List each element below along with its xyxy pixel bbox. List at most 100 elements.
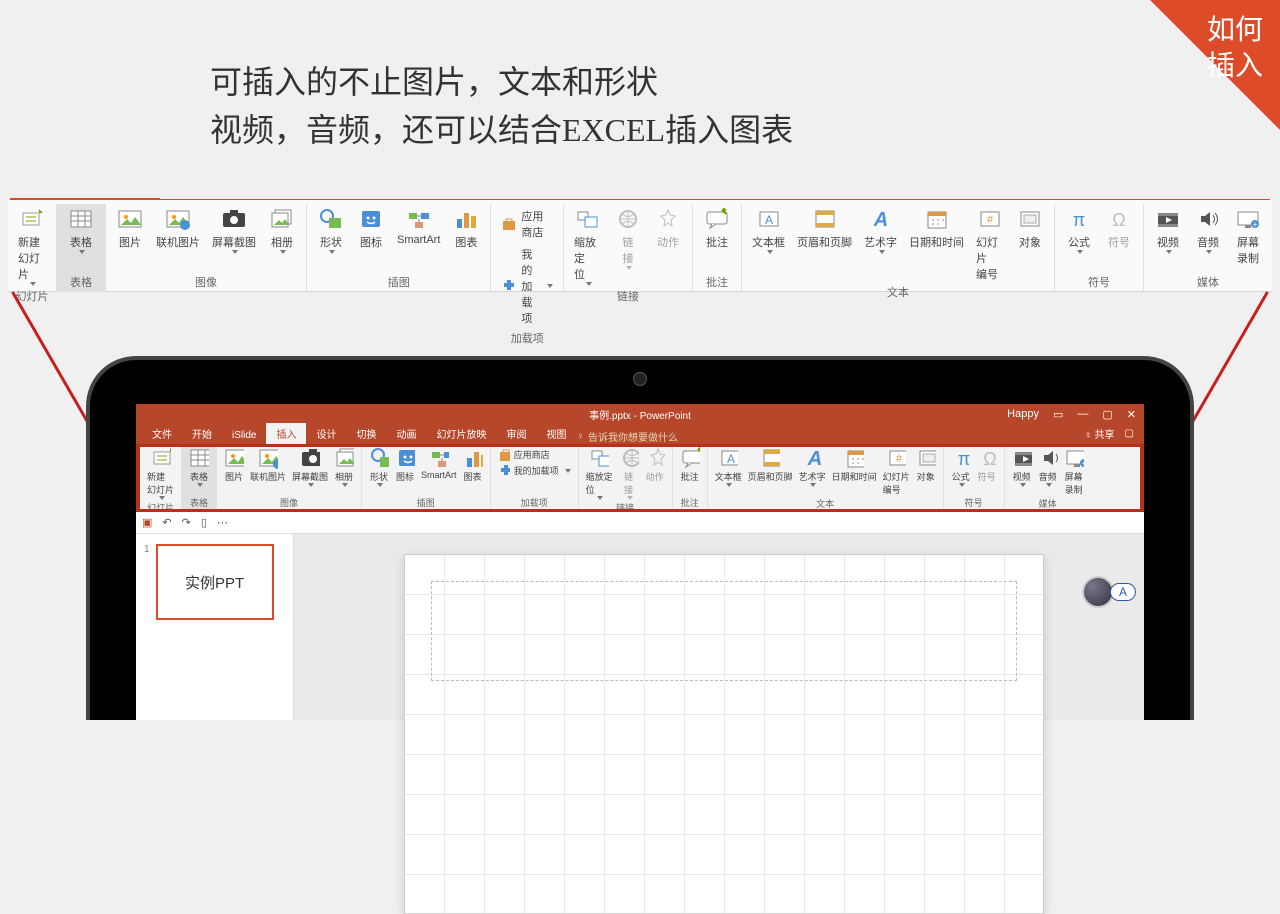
tab-insert[interactable]: 插入 <box>266 423 306 444</box>
tab-animation[interactable]: 动画 <box>386 423 426 444</box>
minimize-icon[interactable]: — <box>1077 408 1088 421</box>
comments-pane-icon[interactable]: ▢ <box>1125 428 1134 439</box>
collaborator-avatar[interactable]: A <box>1082 576 1136 608</box>
screenshot-icon <box>300 448 320 468</box>
video-button[interactable]: 视频 <box>1009 447 1035 488</box>
object-button[interactable]: 对象 <box>1010 204 1050 252</box>
shapes-button[interactable]: 形状 <box>366 447 392 488</box>
smartart-icon <box>405 206 433 232</box>
tab-home[interactable]: 开始 <box>182 423 222 444</box>
table-button[interactable]: 表格 <box>61 204 101 256</box>
svg-text:A: A <box>872 209 887 231</box>
textbox-label: 文本框 <box>752 234 785 250</box>
datetime-button[interactable]: 日期和时间 <box>829 447 880 484</box>
chart-button[interactable]: 图表 <box>446 204 486 252</box>
slide-number: 1 <box>144 544 150 710</box>
screen-rec-button[interactable]: + 屏幕录制 <box>1228 204 1268 268</box>
ribbon-insert-enlarged: 新建 幻灯片 幻灯片 表格 表格 图片 联机图片 <box>8 200 1272 292</box>
tab-transition[interactable]: 切换 <box>346 423 386 444</box>
smartart-button[interactable]: SmartArt <box>391 204 446 248</box>
redo-icon[interactable]: ↷ <box>182 516 191 529</box>
slide-thumbnail[interactable]: 实例PPT <box>156 544 274 620</box>
header-footer-button[interactable]: 页眉和页脚 <box>745 447 796 484</box>
tab-view[interactable]: 视图 <box>536 423 576 444</box>
qat-more-icon[interactable]: ⋯ <box>217 516 228 529</box>
link-label: 链接 <box>623 234 634 266</box>
wordart-button[interactable]: A 艺术字 <box>796 447 829 488</box>
shapes-button[interactable]: 形状 <box>311 204 351 256</box>
equation-button[interactable]: π 公式 <box>948 447 974 488</box>
group-symbols-label: 符号 <box>965 496 983 509</box>
tab-slideshow[interactable]: 幻灯片放映 <box>426 423 496 444</box>
online-picture-button[interactable]: 联机图片 <box>247 447 289 484</box>
group-media-label: 媒体 <box>1197 274 1219 290</box>
picture-icon <box>224 448 244 468</box>
store-button[interactable]: 应用商店 <box>501 208 553 240</box>
new-slide-button[interactable]: 新建 幻灯片 <box>144 447 177 501</box>
group-images-label: 图像 <box>280 496 298 509</box>
datetime-button[interactable]: 日期和时间 <box>903 204 970 252</box>
save-icon[interactable]: ▣ <box>142 516 152 529</box>
undo-icon[interactable]: ↶ <box>162 516 171 529</box>
new-slide-button[interactable]: 新建 幻灯片 <box>12 204 52 288</box>
action-button[interactable]: 动作 <box>642 447 668 484</box>
video-button[interactable]: 视频 <box>1148 204 1188 256</box>
audio-button[interactable]: 音频 <box>1188 204 1228 256</box>
textbox-button[interactable]: A 文本框 <box>746 204 791 256</box>
online-picture-icon <box>164 206 192 232</box>
slideshow-icon[interactable]: ▯ <box>201 516 207 529</box>
smartart-button[interactable]: SmartArt <box>418 447 460 481</box>
audio-button[interactable]: 音频 <box>1035 447 1061 488</box>
placeholder-box[interactable] <box>431 581 1017 681</box>
my-addins-button[interactable]: 我的加载项 <box>498 464 571 477</box>
zoom-button[interactable]: 缩放定位 <box>568 204 608 288</box>
icons-button[interactable]: 图标 <box>351 204 391 252</box>
textbox-button[interactable]: A 文本框 <box>712 447 745 488</box>
zoom-button[interactable]: 缩放定位 <box>583 447 616 501</box>
slide-number-button[interactable]: # 幻灯片编号 <box>880 447 913 497</box>
tab-islide[interactable]: iSlide <box>222 427 266 444</box>
online-picture-button[interactable]: 联机图片 <box>150 204 206 252</box>
screen-rec-button[interactable]: + 屏幕录制 <box>1061 447 1087 497</box>
album-button[interactable]: 相册 <box>262 204 302 256</box>
group-media-label: 媒体 <box>1039 497 1057 510</box>
my-addins-button[interactable]: 我的加载项 <box>501 246 553 326</box>
tab-design[interactable]: 设计 <box>306 423 346 444</box>
wordart-icon: A <box>802 448 822 468</box>
comment-button[interactable]: 批注 <box>677 447 703 484</box>
icons-button[interactable]: 图标 <box>392 447 418 484</box>
tab-file[interactable]: 文件 <box>142 423 182 444</box>
action-button[interactable]: 动作 <box>648 204 688 252</box>
screen-rec-label: 屏幕录制 <box>1065 470 1083 496</box>
textbox-icon: A <box>755 206 783 232</box>
slide-number-button[interactable]: # 幻灯片编号 <box>970 204 1010 284</box>
symbol-button[interactable]: Ω 符号 <box>974 447 1000 484</box>
equation-button[interactable]: π 公式 <box>1059 204 1099 256</box>
close-icon[interactable]: ✕ <box>1127 408 1136 421</box>
link-icon <box>619 448 639 468</box>
share-button[interactable]: ♀ 共享 <box>1084 426 1114 441</box>
store-button[interactable]: 应用商店 <box>498 448 550 461</box>
symbol-button[interactable]: Ω 符号 <box>1099 204 1139 252</box>
screenshot-button[interactable]: 屏幕截图 <box>289 447 331 488</box>
picture-button[interactable]: 图片 <box>110 204 150 252</box>
slide-number-icon: # <box>886 448 906 468</box>
chart-button[interactable]: 图表 <box>460 447 486 484</box>
link-button[interactable]: 链接 <box>608 204 648 272</box>
tell-me-input[interactable]: ♀ 告诉我你想要做什么 <box>576 429 678 444</box>
ribbon-options-icon[interactable]: ▭ <box>1053 408 1063 421</box>
comment-button[interactable]: 批注 <box>697 204 737 252</box>
object-button[interactable]: 对象 <box>913 447 939 484</box>
screenshot-button[interactable]: 屏幕截图 <box>206 204 262 256</box>
slide-canvas[interactable] <box>404 554 1044 914</box>
header-footer-button[interactable]: 页眉和页脚 <box>791 204 858 252</box>
album-button[interactable]: 相册 <box>331 447 357 488</box>
slide-thumbnail-pane[interactable]: 1 实例PPT <box>136 534 294 720</box>
link-button[interactable]: 链接 <box>616 447 642 501</box>
wordart-button[interactable]: A 艺术字 <box>858 204 903 256</box>
picture-button[interactable]: 图片 <box>221 447 247 484</box>
headline-line2: 视频，音频，还可以结合EXCEL插入图表 <box>210 106 793 154</box>
table-button[interactable]: 表格 <box>186 447 212 488</box>
tab-review[interactable]: 审阅 <box>496 423 536 444</box>
maximize-icon[interactable]: ▢ <box>1102 408 1112 421</box>
